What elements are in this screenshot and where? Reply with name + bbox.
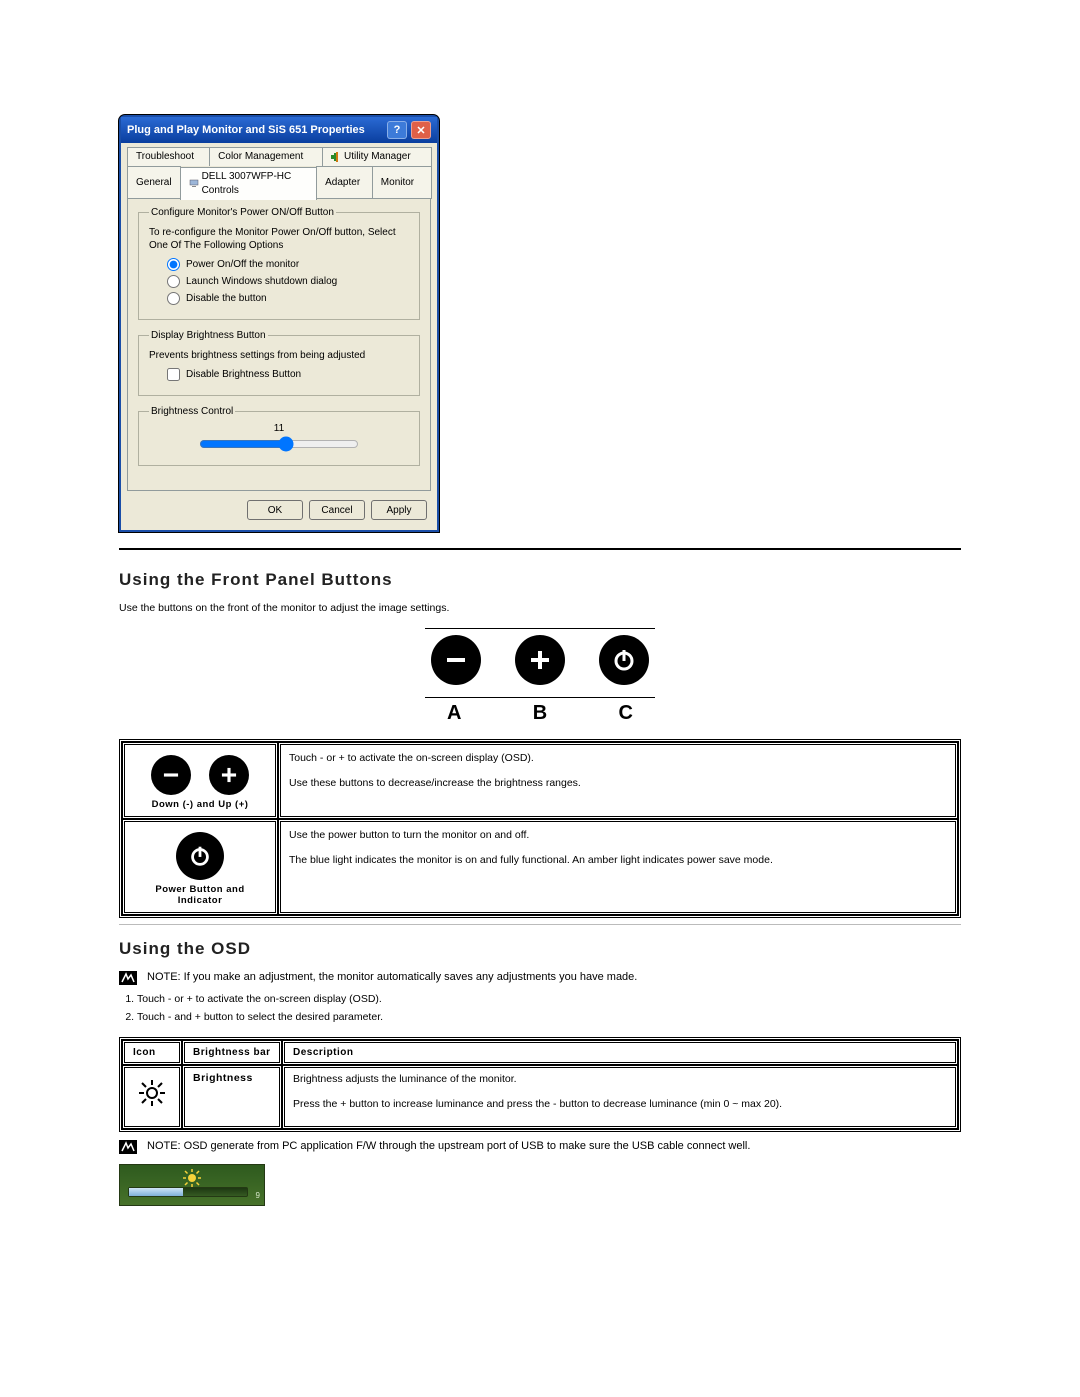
osd-heading: Using the OSD <box>119 939 961 959</box>
plus-icon <box>209 755 249 795</box>
tab-adapter[interactable]: Adapter <box>316 166 373 199</box>
plus-icon <box>515 635 565 685</box>
properties-dialog: Plug and Play Monitor and SiS 651 Proper… <box>119 115 439 532</box>
apply-button[interactable]: Apply <box>371 500 427 520</box>
td-bar: Brightness <box>182 1065 282 1129</box>
table-row: Brightness Brightness adjusts the lumina… <box>122 1065 958 1129</box>
osd-bar-graphic: 9 <box>119 1164 265 1206</box>
osd-track <box>128 1187 248 1197</box>
brightness-control-group: Brightness Control 11 <box>138 406 420 466</box>
brightness-icon <box>133 1072 171 1120</box>
power-button-legend: Configure Monitor's Power ON/Off Button <box>149 207 336 218</box>
minus-icon <box>151 755 191 795</box>
brightness-button-desc: Prevents brightness settings from being … <box>149 349 409 362</box>
note-1-text: NOTE: If you make an adjustment, the mon… <box>147 971 637 983</box>
front-panel-table: Down (-) and Up (+) Touch - or + to acti… <box>119 739 961 918</box>
note-icon <box>119 971 137 985</box>
power-button-desc: To re-configure the Monitor Power On/Off… <box>149 226 409 252</box>
step-1: Touch - or + to activate the on-screen d… <box>137 993 961 1005</box>
power-button-group: Configure Monitor's Power ON/Off Button … <box>138 207 420 320</box>
sis-icon <box>331 152 341 162</box>
power-caption: Power Button and Indicator <box>133 884 267 906</box>
power-icon <box>176 832 224 880</box>
brightness-control-legend: Brightness Control <box>149 406 235 417</box>
titlebar[interactable]: Plug and Play Monitor and SiS 651 Proper… <box>121 117 437 143</box>
th-desc: Description <box>282 1040 958 1065</box>
minus-icon <box>431 635 481 685</box>
row1-line1: Touch - or + to activate the on-screen d… <box>289 751 947 766</box>
label-b: B <box>533 702 547 725</box>
monitor-icon <box>189 179 199 189</box>
ok-button[interactable]: OK <box>247 500 303 520</box>
brightness-button-legend: Display Brightness Button <box>149 330 268 341</box>
tab-troubleshoot[interactable]: Troubleshoot <box>127 147 210 166</box>
label-c: C <box>619 702 633 725</box>
power-icon <box>599 635 649 685</box>
radio-shutdown-dialog[interactable]: Launch Windows shutdown dialog <box>167 275 409 288</box>
osd-steps: Touch - or + to activate the on-screen d… <box>137 993 961 1023</box>
brightness-value: 11 <box>149 423 409 434</box>
divider <box>119 548 961 550</box>
th-icon: Icon <box>122 1040 182 1065</box>
tab-panel: Configure Monitor's Power ON/Off Button … <box>127 198 431 491</box>
cancel-button[interactable]: Cancel <box>309 500 365 520</box>
note-1: NOTE: If you make an adjustment, the mon… <box>119 971 961 985</box>
table-row: Down (-) and Up (+) Touch - or + to acti… <box>122 742 958 819</box>
radio-power-onoff[interactable]: Power On/Off the monitor <box>167 258 409 271</box>
note-2: NOTE: OSD generate from PC application F… <box>119 1140 961 1154</box>
tab-dell-controls[interactable]: DELL 3007WFP-HC Controls <box>180 167 318 200</box>
osd-table: Icon Brightness bar Description <box>119 1037 961 1132</box>
brightness-slider[interactable] <box>199 436 359 452</box>
row1-line2: Use these buttons to decrease/increase t… <box>289 776 947 791</box>
table-row: Power Button and Indicator Use the power… <box>122 819 958 915</box>
front-panel-heading: Using the Front Panel Buttons <box>119 570 961 590</box>
note-icon <box>119 1140 137 1154</box>
tab-strip: Troubleshoot Color Management Utility Ma… <box>127 147 431 492</box>
td-desc-2: Press the + button to increase luminance… <box>293 1097 947 1112</box>
tab-monitor[interactable]: Monitor <box>372 166 432 199</box>
th-bar: Brightness bar <box>182 1040 282 1065</box>
step-2: Touch - and + button to select the desir… <box>137 1011 961 1023</box>
osd-value: 9 <box>256 1191 260 1200</box>
check-disable-brightness[interactable]: Disable Brightness Button <box>167 368 409 381</box>
row2-line1: Use the power button to turn the monitor… <box>289 828 947 843</box>
note-2-text: NOTE: OSD generate from PC application F… <box>147 1140 750 1152</box>
window-title: Plug and Play Monitor and SiS 651 Proper… <box>127 124 383 136</box>
tab-general[interactable]: General <box>127 166 181 199</box>
button-strip-diagram <box>425 629 655 691</box>
front-panel-intro: Use the buttons on the front of the moni… <box>119 602 961 614</box>
brightness-button-group: Display Brightness Button Prevents brigh… <box>138 330 420 396</box>
td-desc-1: Brightness adjusts the luminance of the … <box>293 1072 947 1087</box>
tab-utility-manager[interactable]: Utility Manager <box>322 147 432 166</box>
down-up-caption: Down (-) and Up (+) <box>133 799 267 810</box>
close-icon[interactable]: ✕ <box>411 121 431 139</box>
help-icon[interactable]: ? <box>387 121 407 139</box>
tab-color-management[interactable]: Color Management <box>209 147 323 166</box>
row2-line2: The blue light indicates the monitor is … <box>289 853 947 868</box>
radio-disable-button[interactable]: Disable the button <box>167 292 409 305</box>
label-a: A <box>447 702 461 725</box>
